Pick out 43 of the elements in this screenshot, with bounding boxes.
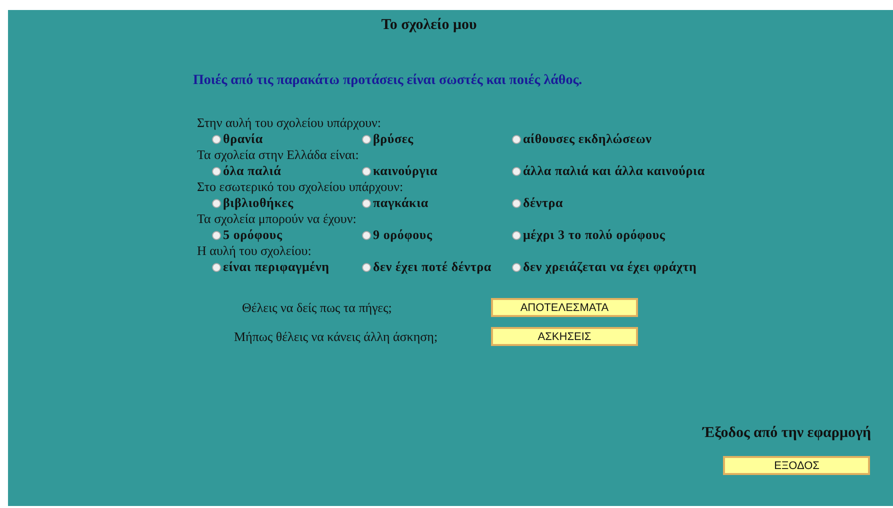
radio-button[interactable] bbox=[512, 262, 521, 272]
option-label: αίθουσες εκδηλώσεων bbox=[523, 131, 652, 147]
question-text: Τα σχολεία μπορούν να έχουν: bbox=[197, 213, 358, 225]
radio-button[interactable] bbox=[212, 134, 221, 144]
question-text: Τα σχολεία στην Ελλάδα είναι: bbox=[197, 149, 360, 161]
option-label: μέχρι 3 το πολύ ορόφους bbox=[523, 227, 666, 243]
option-label: όλα παλιά bbox=[223, 163, 282, 179]
radio-button[interactable] bbox=[362, 166, 371, 176]
question-text: Η αυλή του σχολείου: bbox=[197, 245, 312, 257]
radio-button[interactable] bbox=[362, 134, 371, 144]
radio-button[interactable] bbox=[512, 198, 521, 208]
radio-button[interactable] bbox=[212, 230, 221, 240]
option-label: 5 ορόφους bbox=[223, 227, 282, 243]
action-button[interactable]: ΑΣΚΗΣΕΙΣ bbox=[491, 327, 638, 346]
action-prompt: Μήπως θέλεις να κάνεις άλλη άσκηση; bbox=[234, 328, 439, 344]
radio-button[interactable] bbox=[212, 198, 221, 208]
option-label: παγκάκια bbox=[373, 195, 428, 211]
action-prompt: Θέλεις να δείς πως τα πήγες; bbox=[241, 300, 393, 316]
option-label: 9 ορόφους bbox=[373, 227, 432, 243]
instruction-text: Ποιές από τις παρακάτω προτάσεις είναι σωστές και ποιές λάθος. bbox=[193, 73, 584, 89]
option-label: δεν έχει ποτέ δέντρα bbox=[373, 259, 492, 275]
action-button[interactable]: ΑΠΟΤΕΛΕΣΜΑΤΑ bbox=[491, 298, 638, 317]
option-label: καινούργια bbox=[373, 163, 438, 179]
exit-button[interactable]: ΕΞΟΔΟΣ bbox=[723, 456, 870, 475]
page-title: Το σχολείο μου bbox=[380, 17, 478, 34]
question-text: Στο εσωτερικό του σχολείου υπάρχουν: bbox=[197, 181, 404, 193]
radio-button[interactable] bbox=[512, 166, 521, 176]
option-label: δεν χρειάζεται να έχει φράχτη bbox=[523, 259, 697, 275]
option-label: βρύσες bbox=[373, 131, 414, 147]
radio-button[interactable] bbox=[362, 198, 371, 208]
radio-button[interactable] bbox=[212, 262, 221, 272]
radio-button[interactable] bbox=[362, 230, 371, 240]
radio-button[interactable] bbox=[362, 262, 371, 272]
option-label: δέντρα bbox=[523, 195, 564, 211]
exit-heading: Έξοδος από την εφαρμογή bbox=[702, 425, 871, 442]
option-label: άλλα παλιά και άλλα καινούρια bbox=[523, 163, 705, 179]
option-label: βιβλιοθήκες bbox=[223, 195, 294, 211]
option-label: είναι περιφαγμένη bbox=[223, 259, 330, 275]
question-text: Στην αυλή του σχολείου υπάρχουν: bbox=[197, 117, 382, 129]
option-label: θρανία bbox=[223, 131, 263, 147]
radio-button[interactable] bbox=[512, 230, 521, 240]
radio-button[interactable] bbox=[212, 166, 221, 176]
radio-button[interactable] bbox=[512, 134, 521, 144]
